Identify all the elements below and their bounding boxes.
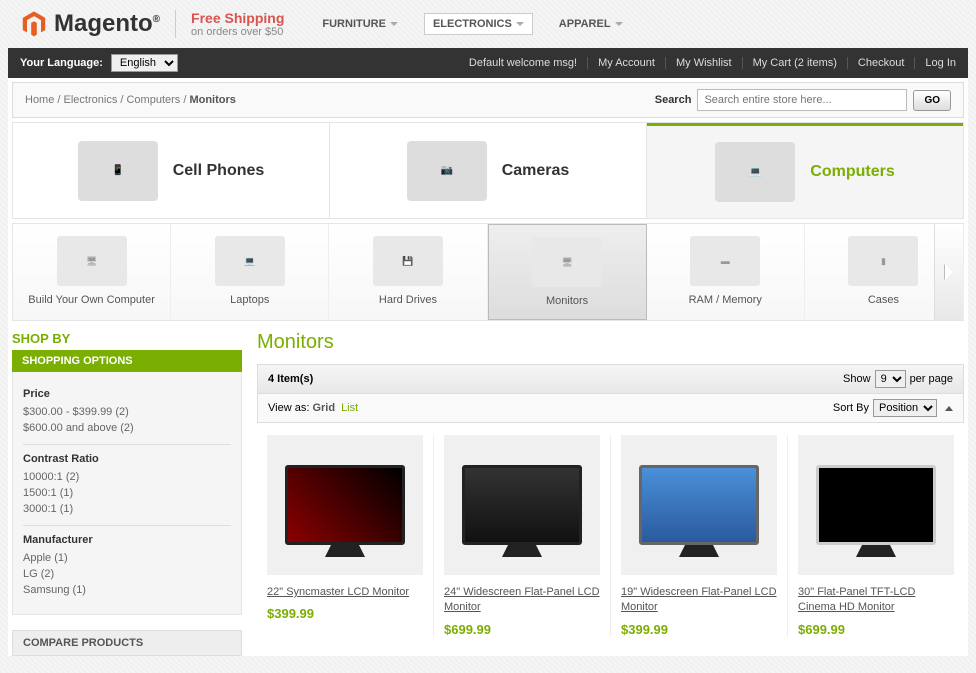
- crumb-home[interactable]: Home: [25, 94, 54, 106]
- link-login[interactable]: Log In: [914, 57, 956, 69]
- view-list[interactable]: List: [341, 402, 358, 414]
- chevron-down-icon: [516, 22, 524, 26]
- product-price: $699.99: [798, 622, 954, 637]
- pc-icon: 🖥: [57, 236, 127, 286]
- filter-price: Price $300.00 - $399.99 (2) $600.00 and …: [23, 380, 231, 445]
- subcat-harddrives[interactable]: 💾Hard Drives: [329, 224, 487, 320]
- subcat-next-arrow[interactable]: [934, 224, 964, 320]
- magento-icon: [20, 10, 48, 38]
- language-label: Your Language:: [20, 57, 103, 69]
- crumb-current: Monitors: [189, 94, 235, 106]
- filter-option[interactable]: $300.00 - $399.99 (2): [23, 404, 231, 420]
- case-icon: ▮: [848, 236, 918, 286]
- chevron-down-icon: [615, 22, 623, 26]
- nav-electronics[interactable]: ELECTRONICS: [424, 13, 533, 35]
- cat-computers[interactable]: 💻Computers: [647, 123, 963, 218]
- filter-option[interactable]: 3000:1 (1): [23, 501, 231, 517]
- product-card: 30" Flat-Panel TFT-LCD Cinema HD Monitor…: [788, 435, 964, 637]
- nav-apparel[interactable]: APPAREL: [551, 13, 631, 35]
- camera-icon: 📷: [407, 141, 487, 201]
- filter-manufacturer: Manufacturer Apple (1) LG (2) Samsung (1…: [23, 526, 231, 606]
- compare-products-header: COMPARE PRODUCTS: [12, 630, 242, 656]
- shopping-options-header: SHOPPING OPTIONS: [12, 350, 242, 372]
- welcome-msg: Default welcome msg!: [469, 57, 577, 69]
- product-name[interactable]: 22" Syncmaster LCD Monitor: [267, 585, 423, 600]
- subcat-ram[interactable]: ▬RAM / Memory: [647, 224, 805, 320]
- sortby-select[interactable]: Position: [873, 399, 937, 417]
- sort-direction-icon[interactable]: [945, 406, 953, 411]
- logo-text: Magento®: [54, 10, 160, 38]
- ram-icon: ▬: [690, 236, 760, 286]
- product-name[interactable]: 19" Widescreen Flat-Panel LCD Monitor: [621, 585, 777, 616]
- product-name[interactable]: 30" Flat-Panel TFT-LCD Cinema HD Monitor: [798, 585, 954, 616]
- perpage-label: per page: [910, 373, 953, 385]
- link-my-cart[interactable]: My Cart (2 items): [742, 57, 837, 69]
- link-my-account[interactable]: My Account: [587, 57, 655, 69]
- show-label: Show: [843, 373, 871, 385]
- product-card: 19" Widescreen Flat-Panel LCD Monitor $3…: [611, 435, 788, 637]
- cat-cameras[interactable]: 📷Cameras: [330, 123, 647, 218]
- cat-cellphones[interactable]: 📱Cell Phones: [13, 123, 330, 218]
- filter-option[interactable]: 10000:1 (2): [23, 469, 231, 485]
- hdd-icon: 💾: [373, 236, 443, 286]
- cellphone-icon: 📱: [78, 141, 158, 201]
- link-my-wishlist[interactable]: My Wishlist: [665, 57, 732, 69]
- crumb-computers[interactable]: Computers: [126, 94, 180, 106]
- product-image[interactable]: [267, 435, 423, 575]
- computer-icon: 💻: [715, 142, 795, 202]
- product-name[interactable]: 24" Widescreen Flat-Panel LCD Monitor: [444, 585, 600, 616]
- product-image[interactable]: [444, 435, 600, 575]
- subcat-laptops[interactable]: 💻Laptops: [171, 224, 329, 320]
- product-price: $399.99: [267, 606, 423, 621]
- breadcrumb: Home / Electronics / Computers / Monitor…: [25, 94, 236, 106]
- view-grid: Grid: [312, 402, 335, 414]
- language-select[interactable]: English: [111, 54, 178, 72]
- filter-contrast: Contrast Ratio 10000:1 (2) 1500:1 (1) 30…: [23, 445, 231, 526]
- shop-by-title: SHOP BY: [12, 331, 242, 346]
- subcat-byoc[interactable]: 🖥Build Your Own Computer: [13, 224, 171, 320]
- chevron-right-icon: [945, 264, 953, 280]
- product-price: $399.99: [621, 622, 777, 637]
- search-label: Search: [655, 94, 692, 106]
- crumb-electronics[interactable]: Electronics: [64, 94, 118, 106]
- sortby-label: Sort By: [833, 402, 869, 414]
- show-select[interactable]: 9: [875, 370, 906, 388]
- filter-option[interactable]: Samsung (1): [23, 582, 231, 598]
- product-price: $699.99: [444, 622, 600, 637]
- nav-furniture[interactable]: FURNITURE: [314, 13, 406, 35]
- laptop-icon: 💻: [215, 236, 285, 286]
- link-checkout[interactable]: Checkout: [847, 57, 904, 69]
- item-count: 4 Item(s): [268, 373, 313, 385]
- filter-option[interactable]: 1500:1 (1): [23, 485, 231, 501]
- search-input[interactable]: [697, 89, 907, 111]
- free-shipping: Free Shipping on orders over $50: [175, 10, 284, 38]
- search-go-button[interactable]: GO: [913, 90, 951, 111]
- product-image[interactable]: [621, 435, 777, 575]
- product-card: 24" Widescreen Flat-Panel LCD Monitor $6…: [434, 435, 611, 637]
- logo[interactable]: Magento®: [20, 10, 160, 38]
- filter-option[interactable]: Apple (1): [23, 550, 231, 566]
- filter-option[interactable]: $600.00 and above (2): [23, 420, 231, 436]
- product-card: 22" Syncmaster LCD Monitor $399.99: [257, 435, 434, 637]
- product-image[interactable]: [798, 435, 954, 575]
- filter-option[interactable]: LG (2): [23, 566, 231, 582]
- page-title: Monitors: [257, 331, 964, 354]
- chevron-down-icon: [390, 22, 398, 26]
- subcat-monitors[interactable]: 🖥Monitors: [488, 224, 647, 320]
- viewas-label: View as:: [268, 402, 309, 414]
- monitor-icon: 🖥: [532, 237, 602, 287]
